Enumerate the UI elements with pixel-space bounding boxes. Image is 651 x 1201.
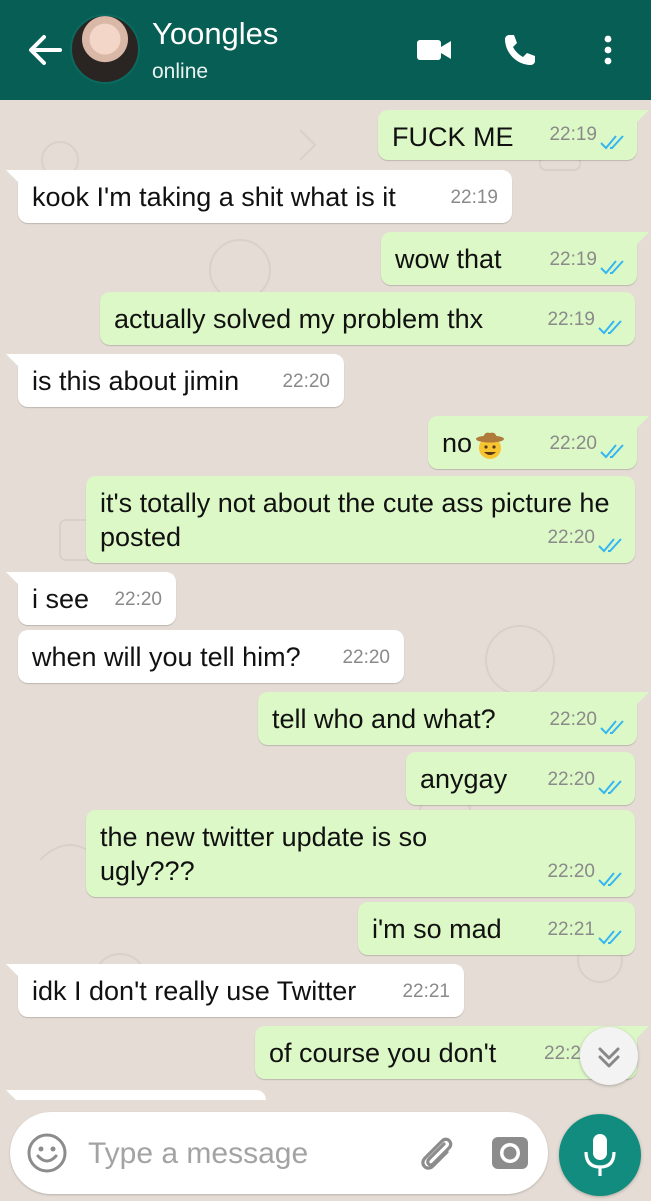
message-text: of course you don't [269,1038,497,1068]
contact-name[interactable]: Yoongles [152,16,278,52]
double-check-icon [598,320,622,335]
double-check-icon [598,780,622,795]
message-text: when will you tell him? [32,642,301,672]
message-time: 22:20 [547,769,595,790]
message-bubble[interactable]: i'm so mad 22:21 [358,902,635,955]
message-time: 22:20 [549,433,597,454]
message-input[interactable] [86,1134,390,1174]
message-text: kook I'm taking a shit what is it [32,182,396,212]
double-check-icon [600,444,624,459]
message-composer [10,1112,548,1194]
message-bubble[interactable]: tell who and what? 22:20 [258,692,649,745]
message-bubble[interactable]: is this about jimin 22:20 [6,354,344,407]
message-text: i'm so mad [372,914,502,944]
double-check-icon [600,260,624,275]
message-text: wow that [395,244,502,274]
double-check-icon [600,720,624,735]
message-bubble[interactable]: FUCK ME 22:19 [378,110,649,160]
message-text: is this about jimin [32,366,240,396]
message-bubble[interactable]: anygay 22:20 [406,752,635,805]
message-time: 22:19 [450,187,498,208]
chat-header: Yoongles online [0,0,651,100]
message-bubble[interactable]: it's totally not about the cute ass pict… [86,476,635,563]
message-text: anygay [420,764,508,794]
back-arrow-icon[interactable] [22,30,66,70]
cowboy-emoji-icon [476,432,505,459]
message-time: 22:20 [282,371,330,392]
message-text: tell who and what? [272,704,496,734]
emoji-icon[interactable] [26,1132,68,1174]
message-bubble[interactable]: idk I don't really use Twitter 22:21 [6,964,464,1017]
message-text: i see [32,584,90,614]
message-text: idk I don't really use Twitter [32,976,357,1006]
message-bubble[interactable]: wow that 22:19 [381,232,649,285]
message-bubble-partial[interactable] [6,1090,266,1100]
message-time: 22:20 [547,861,595,882]
double-check-icon [598,538,622,553]
message-text: it's totally not about the cute ass pict… [100,488,610,552]
chat-area[interactable]: FUCK ME 22:19 kook I'm taking a shit wha… [0,100,651,1100]
chevron-double-down-icon [598,1047,620,1068]
voice-record-button[interactable] [559,1114,641,1196]
avatar[interactable] [70,14,140,84]
message-time: 22:21 [547,919,595,940]
message-time: 22:20 [114,589,162,610]
message-time: 22:19 [549,249,597,270]
message-text: the new twitter update is so ugly??? [100,822,428,886]
message-time: 22:19 [549,124,597,145]
mic-icon [584,1134,616,1176]
message-bubble[interactable]: when will you tell him? 22:20 [18,630,404,683]
message-text: actually solved my problem thx [114,304,484,334]
voice-call-icon[interactable] [500,30,540,70]
message-time: 22:20 [342,647,390,668]
message-bubble[interactable]: no 22:20 [428,416,649,469]
double-check-icon [598,872,622,887]
attach-icon[interactable] [414,1130,460,1176]
message-bubble[interactable]: the new twitter update is so ugly??? 22:… [86,810,635,897]
message-bubble[interactable]: i see 22:20 [6,572,176,625]
more-options-icon[interactable] [588,30,628,70]
video-call-icon[interactable] [414,30,454,70]
contact-status: online [152,60,209,83]
message-text: FUCK ME [392,122,514,152]
message-time: 22:21 [402,981,450,1002]
message-time: 22:2 [544,1043,581,1064]
message-bubble[interactable]: kook I'm taking a shit what is it 22:19 [6,170,512,223]
message-time: 22:20 [549,709,597,730]
message-text: no [442,428,473,458]
camera-icon[interactable] [488,1132,532,1174]
double-check-icon [598,930,622,945]
double-check-icon [600,135,624,150]
message-time: 22:19 [547,309,595,330]
message-time: 22:20 [547,527,595,548]
scroll-to-bottom-button[interactable] [580,1027,638,1085]
message-bubble[interactable]: actually solved my problem thx 22:19 [100,292,635,345]
